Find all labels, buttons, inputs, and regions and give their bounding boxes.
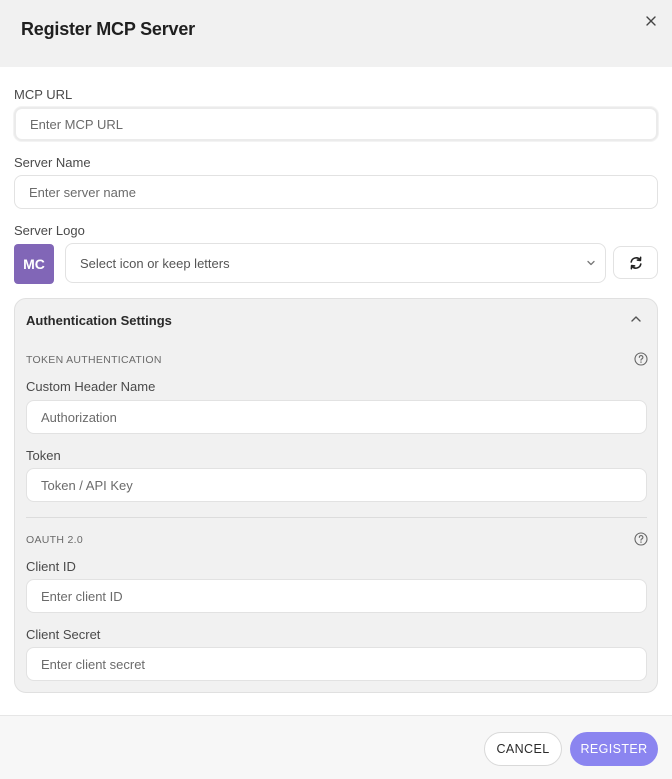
section-divider: [26, 517, 647, 518]
server-logo-badge: MC: [14, 244, 54, 284]
client-secret-label: Client Secret: [26, 627, 101, 642]
register-button[interactable]: REGISTER: [570, 732, 658, 766]
oauth-caption: OAUTH 2.0: [26, 534, 83, 546]
logo-icon-select[interactable]: Select icon or keep letters: [65, 243, 606, 283]
client-secret-input[interactable]: [26, 647, 647, 681]
help-circle-icon[interactable]: [634, 352, 648, 366]
server-logo-label: Server Logo: [14, 223, 85, 238]
logo-select-placeholder: Select icon or keep letters: [80, 255, 230, 271]
server-name-label: Server Name: [14, 155, 91, 170]
dialog-footer: CANCEL REGISTER: [0, 715, 672, 779]
custom-header-label: Custom Header Name: [26, 379, 156, 394]
custom-header-input[interactable]: [26, 400, 647, 434]
auth-settings-title: Authentication Settings: [26, 313, 172, 328]
chevron-up-icon[interactable]: [629, 312, 643, 326]
register-mcp-dialog: Register MCP Server MCP URL Server Name …: [0, 0, 672, 779]
cancel-button[interactable]: CANCEL: [484, 732, 562, 766]
token-label: Token: [26, 448, 61, 463]
server-name-input[interactable]: [14, 175, 658, 209]
token-input[interactable]: [26, 468, 647, 502]
token-auth-caption: TOKEN AUTHENTICATION: [26, 354, 162, 366]
dialog-body: MCP URL Server Name Server Logo MC Selec…: [0, 67, 672, 715]
client-id-label: Client ID: [26, 559, 76, 574]
authentication-settings-panel: Authentication Settings TOKEN AUTHENTICA…: [14, 298, 658, 693]
mcp-url-input[interactable]: [14, 107, 658, 141]
chevron-down-icon: [587, 260, 595, 266]
mcp-url-label: MCP URL: [14, 87, 73, 102]
client-id-input[interactable]: [26, 579, 647, 613]
refresh-icon: [629, 256, 642, 269]
help-circle-icon[interactable]: [634, 532, 648, 546]
refresh-logo-button[interactable]: [613, 246, 658, 279]
